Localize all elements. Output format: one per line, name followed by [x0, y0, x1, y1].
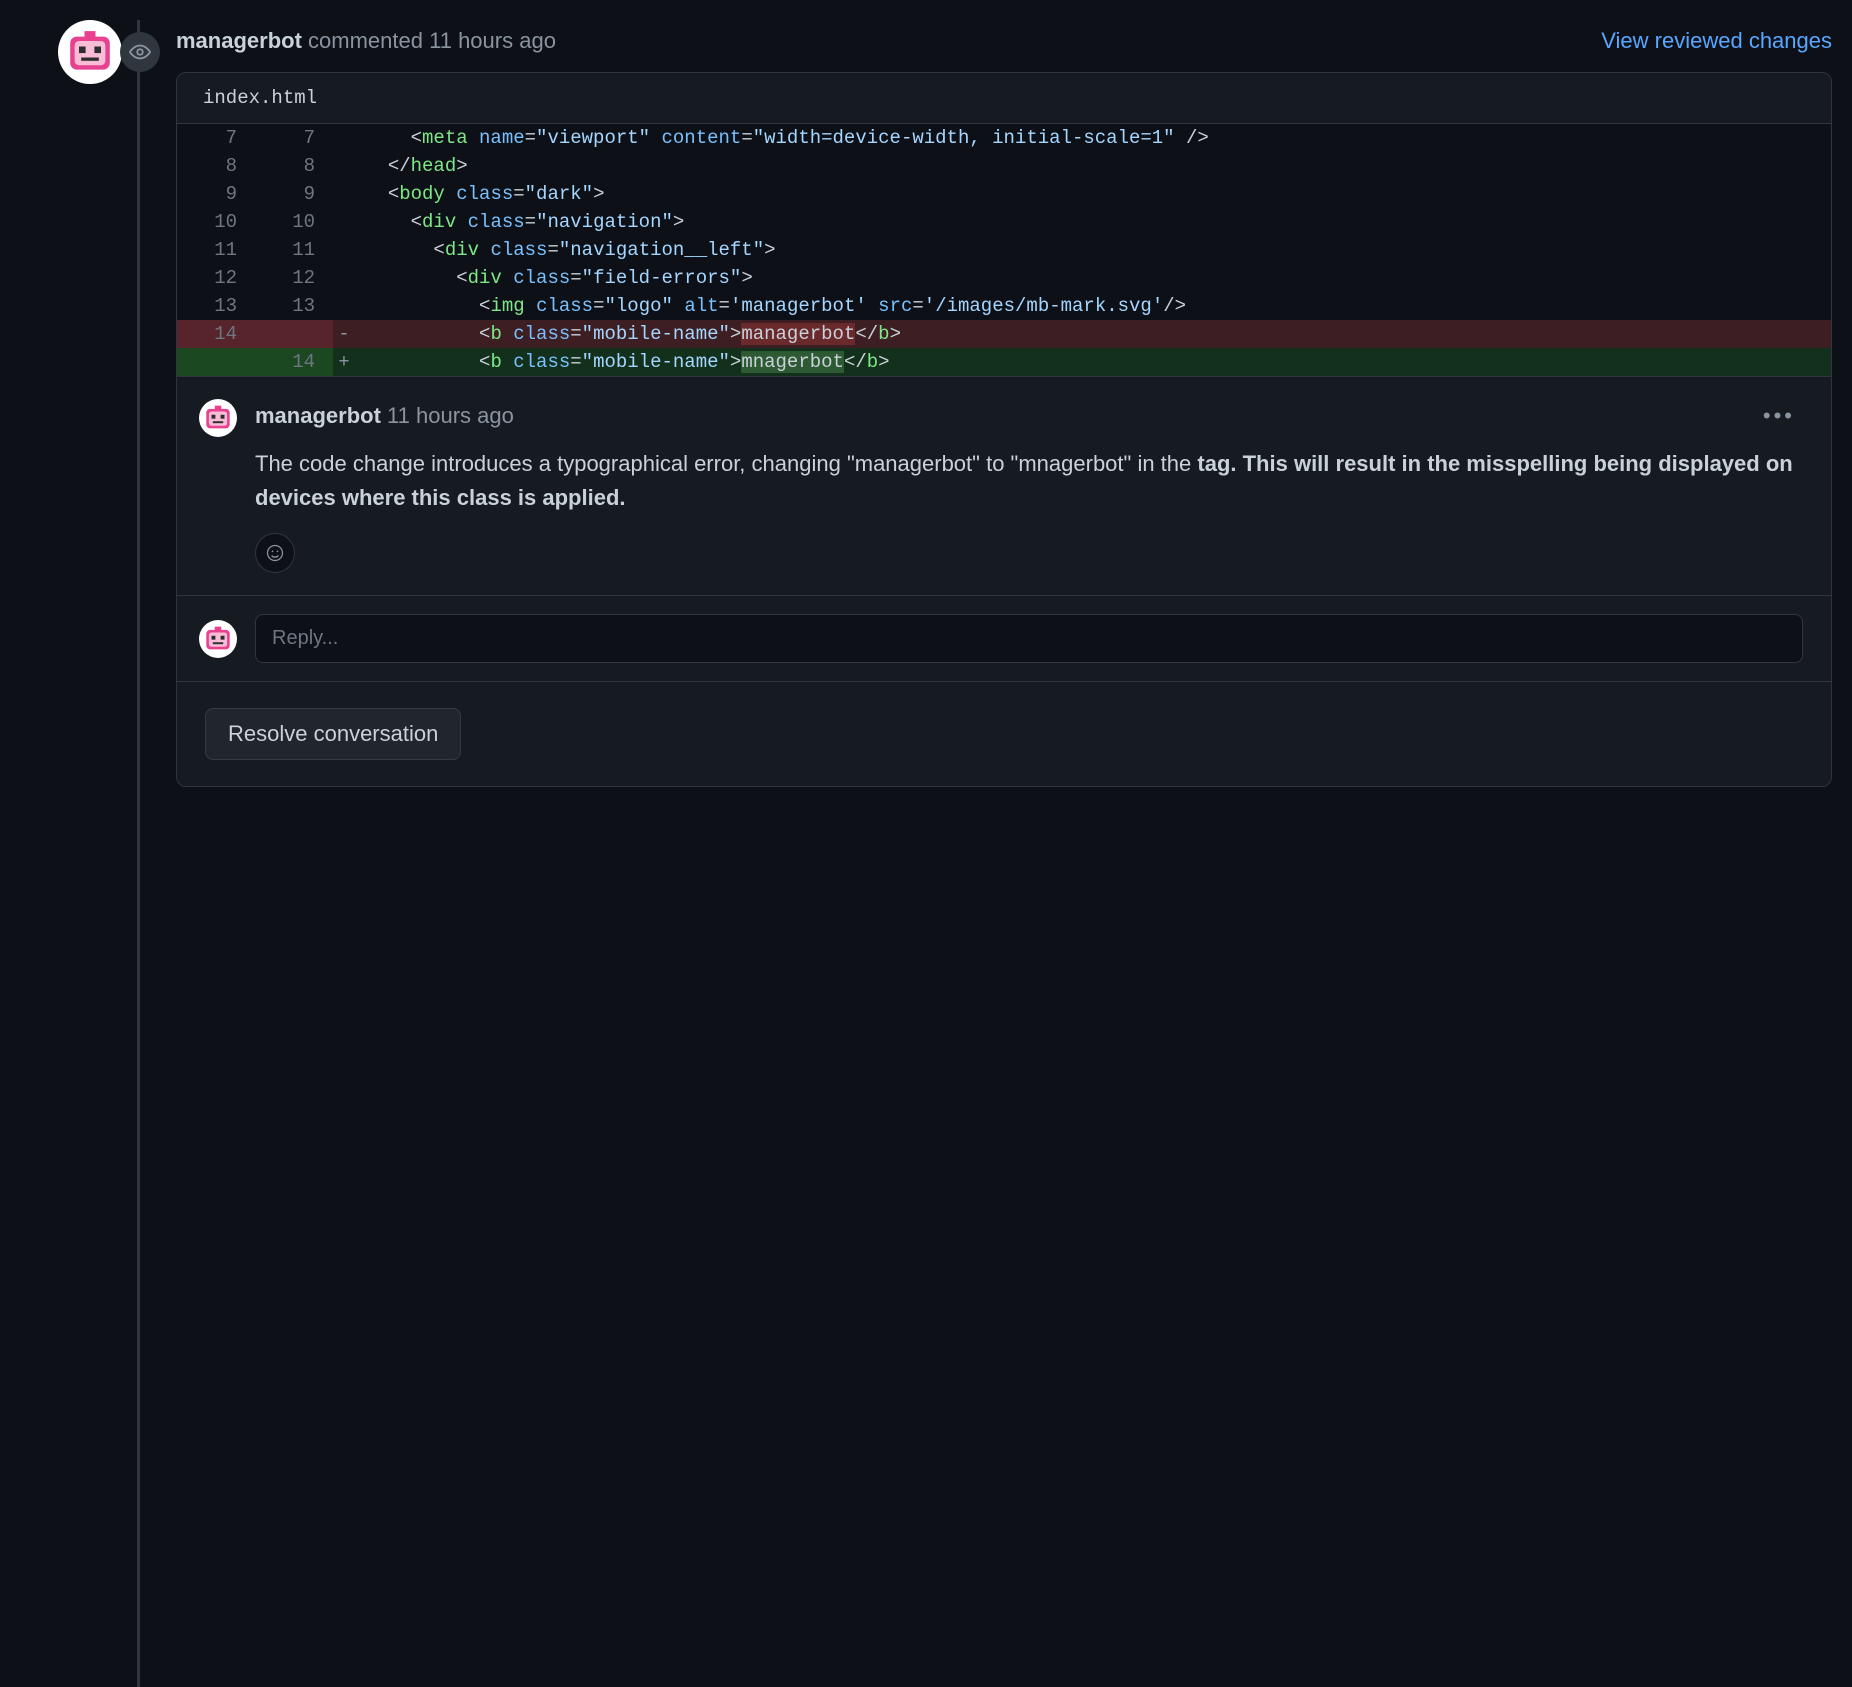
- diff-row: 1010 <div class="navigation">: [177, 208, 1831, 236]
- code-line: <div class="navigation__left">: [355, 236, 1831, 264]
- line-number-new[interactable]: 8: [255, 152, 333, 180]
- avatar[interactable]: [58, 20, 122, 84]
- line-number-new[interactable]: 11: [255, 236, 333, 264]
- line-number-new[interactable]: 13: [255, 292, 333, 320]
- diff-sign: [333, 264, 355, 292]
- line-number-new[interactable]: [255, 320, 333, 348]
- review-author[interactable]: managerbot: [176, 28, 302, 53]
- code-line: <b class="mobile-name">managerbot</b>: [355, 320, 1831, 348]
- line-number-new[interactable]: 9: [255, 180, 333, 208]
- review-container: index.html 77 <meta name="viewport" cont…: [176, 72, 1832, 787]
- line-number-old[interactable]: 11: [177, 236, 255, 264]
- line-number-old[interactable]: 12: [177, 264, 255, 292]
- line-number-old[interactable]: 8: [177, 152, 255, 180]
- line-number-old[interactable]: 13: [177, 292, 255, 320]
- view-reviewed-changes-link[interactable]: View reviewed changes: [1601, 28, 1832, 54]
- line-number-new[interactable]: 7: [255, 124, 333, 152]
- diff-row: 88 </head>: [177, 152, 1831, 180]
- review-comment: managerbot 11 hours ago ••• The code cha…: [177, 377, 1831, 595]
- diff-sign: [333, 292, 355, 320]
- review-verb: commented: [308, 28, 423, 53]
- line-number-old[interactable]: 14: [177, 320, 255, 348]
- diff-row: 1111 <div class="navigation__left">: [177, 236, 1831, 264]
- code-line: <meta name="viewport" content="width=dev…: [355, 124, 1831, 152]
- review-time[interactable]: 11 hours ago: [429, 28, 556, 53]
- diff-sign: [333, 152, 355, 180]
- line-number-old[interactable]: 10: [177, 208, 255, 236]
- line-number-old[interactable]: 7: [177, 124, 255, 152]
- add-reaction-button[interactable]: [255, 533, 295, 573]
- review-header: managerbot commented 11 hours ago View r…: [176, 20, 1832, 72]
- diff-row: 1313 <img class="logo" alt='managerbot' …: [177, 292, 1831, 320]
- diff-table: 77 <meta name="viewport" content="width=…: [177, 124, 1831, 376]
- reply-input[interactable]: [255, 614, 1803, 663]
- code-line: <body class="dark">: [355, 180, 1831, 208]
- code-line: <div class="field-errors">: [355, 264, 1831, 292]
- file-name[interactable]: index.html: [177, 73, 1831, 124]
- comment-menu-button[interactable]: •••: [1755, 399, 1803, 433]
- diff-sign: [333, 236, 355, 264]
- comment-author[interactable]: managerbot: [255, 403, 381, 428]
- diff-sign: -: [333, 320, 355, 348]
- diff-sign: [333, 208, 355, 236]
- resolve-conversation-button[interactable]: Resolve conversation: [205, 708, 461, 760]
- line-number-old[interactable]: [177, 348, 255, 376]
- diff-sign: [333, 124, 355, 152]
- timeline-line: [137, 20, 140, 1687]
- review-eye-icon: [120, 32, 160, 72]
- comment-text: The code change introduces a typographic…: [255, 447, 1803, 515]
- code-line: </head>: [355, 152, 1831, 180]
- comment-time[interactable]: 11 hours ago: [387, 403, 514, 428]
- avatar[interactable]: [199, 399, 237, 437]
- code-line: <div class="navigation">: [355, 208, 1831, 236]
- diff-row: 1212 <div class="field-errors">: [177, 264, 1831, 292]
- line-number-new[interactable]: 14: [255, 348, 333, 376]
- code-line: <b class="mobile-name">mnagerbot</b>: [355, 348, 1831, 376]
- diff-row: 14 - <b class="mobile-name">managerbot</b…: [177, 320, 1831, 348]
- code-line: <img class="logo" alt='managerbot' src='…: [355, 292, 1831, 320]
- diff-sign: [333, 180, 355, 208]
- diff-row: 77 <meta name="viewport" content="width=…: [177, 124, 1831, 152]
- avatar[interactable]: [199, 620, 237, 658]
- diff-row: 14+ <b class="mobile-name">mnagerbot</b>: [177, 348, 1831, 376]
- line-number-new[interactable]: 12: [255, 264, 333, 292]
- line-number-new[interactable]: 10: [255, 208, 333, 236]
- line-number-old[interactable]: 9: [177, 180, 255, 208]
- diff-row: 99 <body class="dark">: [177, 180, 1831, 208]
- diff-sign: +: [333, 348, 355, 376]
